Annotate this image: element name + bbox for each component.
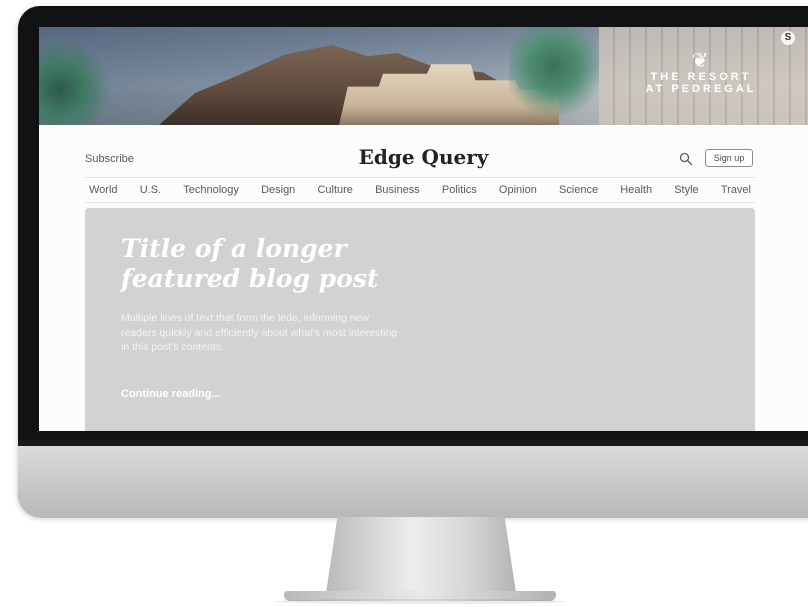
monitor-screen: ❦ THE RESORT AT PEDREGAL S Subscribe Edg…	[39, 27, 808, 431]
nav-item-travel[interactable]: Travel	[721, 184, 751, 196]
nav-item-us[interactable]: U.S.	[140, 184, 161, 196]
desktop-mockup: ❦ THE RESORT AT PEDREGAL S Subscribe Edg…	[0, 0, 808, 607]
nav-item-business[interactable]: Business	[375, 184, 420, 196]
monitor-chin	[18, 446, 808, 518]
nav-item-health[interactable]: Health	[620, 184, 652, 196]
category-nav: World U.S. Technology Design Culture Bus…	[85, 177, 755, 203]
ad-logo-line-2: AT PEDREGAL	[645, 83, 757, 95]
nav-item-design[interactable]: Design	[261, 184, 295, 196]
nav-item-technology[interactable]: Technology	[183, 184, 239, 196]
search-icon[interactable]	[679, 152, 693, 166]
featured-post-lede: Multiple lines of text that form the led…	[121, 312, 398, 353]
nav-item-world[interactable]: World	[89, 184, 118, 196]
sponsored-s-icon[interactable]: S	[781, 31, 795, 45]
ad-banner[interactable]: ❦ THE RESORT AT PEDREGAL S	[39, 27, 808, 125]
nav-item-science[interactable]: Science	[559, 184, 598, 196]
nav-item-opinion[interactable]: Opinion	[499, 184, 537, 196]
featured-post-hero: Title of a longer featured blog post Mul…	[85, 208, 755, 431]
continue-reading-link[interactable]: Continue reading...	[121, 388, 221, 400]
turtle-logo-icon: ❦	[691, 48, 711, 72]
nav-item-style[interactable]: Style	[674, 184, 698, 196]
featured-post-title: Title of a longer featured blog post	[121, 234, 379, 293]
stand-shadow	[274, 599, 566, 604]
ad-palm-right	[509, 27, 599, 125]
nav-item-politics[interactable]: Politics	[442, 184, 477, 196]
signup-button[interactable]: Sign up	[705, 149, 753, 167]
site-header: Subscribe Edge Query Sign up	[39, 125, 808, 177]
ad-palm-left	[39, 37, 109, 125]
nav-item-culture[interactable]: Culture	[317, 184, 352, 196]
ad-logo-line-1: THE RESORT	[650, 71, 752, 83]
monitor-stand	[326, 517, 516, 593]
ad-logo: ❦ THE RESORT AT PEDREGAL	[641, 49, 761, 109]
